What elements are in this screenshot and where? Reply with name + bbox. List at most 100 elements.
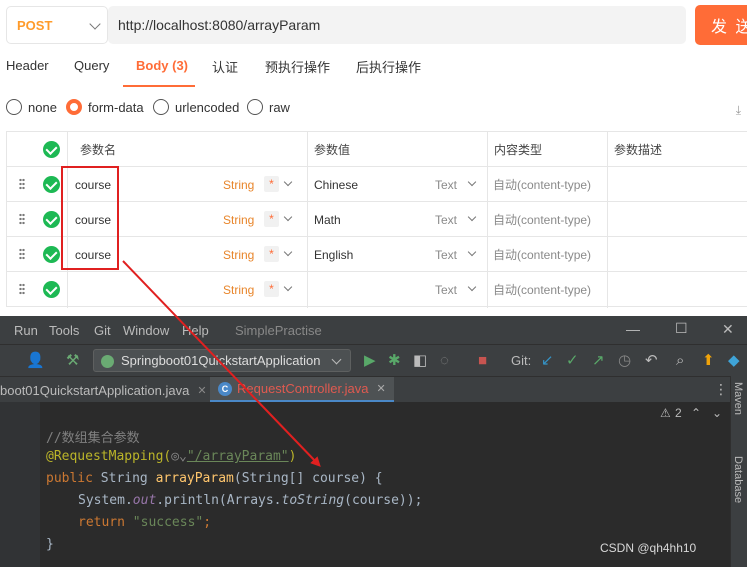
- radio-raw[interactable]: raw: [247, 99, 290, 115]
- param-type[interactable]: String: [223, 202, 254, 237]
- menu-git[interactable]: Git: [94, 323, 111, 338]
- enabled-check-icon[interactable]: [43, 211, 60, 228]
- chevron-down-icon[interactable]: ⌄: [712, 406, 722, 420]
- select-all-check-icon[interactable]: [43, 141, 60, 158]
- tab-header[interactable]: Header: [6, 58, 49, 73]
- drag-handle-icon[interactable]: [19, 283, 25, 295]
- drag-handle-icon[interactable]: [19, 213, 25, 225]
- minimize-icon[interactable]: —: [626, 321, 640, 337]
- run-configuration-select[interactable]: Springboot01QuickstartApplication: [93, 349, 351, 372]
- debug-icon[interactable]: ✱: [388, 352, 401, 370]
- code-line-signature: public String arrayParam(String[] course…: [46, 471, 383, 486]
- table-row: String * Text 自动(content-type): [7, 272, 747, 307]
- rollback-icon[interactable]: ↶: [645, 352, 658, 370]
- profile-icon[interactable]: ◌: [440, 352, 449, 370]
- menu-run[interactable]: Run: [14, 323, 38, 338]
- required-toggle[interactable]: *: [264, 281, 279, 297]
- content-type[interactable]: 自动(content-type): [493, 237, 591, 272]
- chevron-down-icon[interactable]: [467, 247, 477, 257]
- watermark: CSDN @qh4hh10: [600, 541, 697, 555]
- radio-form-data[interactable]: form-data: [66, 99, 144, 115]
- value-type[interactable]: Text: [435, 167, 457, 202]
- tab-pre-request[interactable]: 预执行操作: [265, 57, 330, 76]
- close-tab-icon[interactable]: ✕: [197, 384, 206, 397]
- param-value[interactable]: Math: [314, 202, 341, 237]
- content-type[interactable]: 自动(content-type): [493, 272, 591, 307]
- run-icon[interactable]: ▶: [364, 352, 376, 370]
- content-type[interactable]: 自动(content-type): [493, 202, 591, 237]
- enabled-check-icon[interactable]: [43, 281, 60, 298]
- coverage-icon[interactable]: ◧: [413, 352, 427, 370]
- close-icon[interactable]: ✕: [722, 321, 734, 338]
- git-commit-icon[interactable]: ✓: [566, 352, 579, 370]
- chevron-down-icon[interactable]: [283, 282, 293, 292]
- chevron-down-icon[interactable]: [283, 177, 293, 187]
- chevron-down-icon[interactable]: [467, 282, 477, 292]
- database-tool-tab[interactable]: Database: [732, 456, 744, 503]
- tab-request-controller[interactable]: C RequestController.java ✕: [210, 377, 394, 403]
- method-select[interactable]: POST: [6, 6, 108, 44]
- chevron-down-icon[interactable]: [283, 247, 293, 257]
- value-type[interactable]: Text: [435, 272, 457, 307]
- tab-auth[interactable]: 认证: [212, 57, 238, 76]
- code-line-return: return "success";: [78, 515, 212, 530]
- api-client-panel: POST http://localhost:8080/arrayParam 发 …: [0, 0, 747, 316]
- radio-label: raw: [269, 99, 290, 115]
- param-type[interactable]: String: [223, 237, 254, 272]
- code-line-comment: //数组集合参数: [46, 431, 140, 446]
- stop-icon[interactable]: ■: [478, 352, 487, 370]
- history-icon[interactable]: ◷: [618, 352, 631, 370]
- chevron-down-icon[interactable]: [467, 212, 477, 222]
- close-tab-icon[interactable]: ✕: [377, 382, 386, 395]
- chevron-up-icon[interactable]: ⌃: [691, 406, 701, 420]
- menu-window[interactable]: Window: [123, 323, 169, 338]
- method-label: POST: [17, 17, 53, 33]
- git-update-icon[interactable]: ↙: [541, 352, 554, 370]
- radio-label: urlencoded: [175, 99, 240, 115]
- build-hammer-icon[interactable]: ⚒: [66, 352, 79, 370]
- enabled-check-icon[interactable]: [43, 246, 60, 263]
- header-value: 参数值: [314, 143, 351, 157]
- git-push-icon[interactable]: ↗: [592, 352, 605, 370]
- chevron-down-icon[interactable]: [283, 212, 293, 222]
- more-icon[interactable]: ⋮: [714, 381, 728, 398]
- enabled-check-icon[interactable]: [43, 176, 60, 193]
- required-toggle[interactable]: *: [264, 246, 279, 262]
- value-type[interactable]: Text: [435, 237, 457, 272]
- param-type[interactable]: String: [223, 272, 254, 307]
- param-value[interactable]: English: [314, 237, 353, 272]
- radio-urlencoded[interactable]: urlencoded: [153, 99, 239, 115]
- param-value[interactable]: Chinese: [314, 167, 358, 202]
- send-button[interactable]: 发 送: [695, 5, 747, 45]
- chevron-down-icon[interactable]: [467, 177, 477, 187]
- value-type[interactable]: Text: [435, 202, 457, 237]
- tab-post-request[interactable]: 后执行操作: [356, 57, 421, 76]
- warning-icon[interactable]: ⚠: [660, 406, 671, 420]
- required-toggle[interactable]: *: [264, 211, 279, 227]
- plugin-icon[interactable]: ◆: [728, 352, 740, 370]
- download-icon[interactable]: ⤓: [736, 103, 741, 118]
- git-label: Git:: [511, 353, 532, 368]
- radio-none[interactable]: none: [6, 99, 57, 115]
- drag-handle-icon[interactable]: [19, 178, 25, 190]
- content-type[interactable]: 自动(content-type): [493, 167, 591, 202]
- param-type[interactable]: String: [223, 167, 254, 202]
- search-icon[interactable]: ⌕: [676, 352, 684, 370]
- tab-label: boot01QuickstartApplication.java: [0, 382, 190, 398]
- update-icon[interactable]: ⬆: [702, 352, 715, 370]
- user-icon[interactable]: 👤: [26, 352, 45, 370]
- drag-handle-icon[interactable]: [19, 248, 25, 260]
- tab-body[interactable]: Body (3): [136, 58, 188, 73]
- highlight-box: [61, 166, 119, 270]
- url-input[interactable]: http://localhost:8080/arrayParam: [108, 6, 686, 44]
- required-toggle[interactable]: *: [264, 176, 279, 192]
- radio-circle-icon: [247, 99, 263, 115]
- tab-application-java[interactable]: boot01QuickstartApplication.java ✕: [0, 377, 213, 403]
- chevron-down-icon: [331, 354, 342, 365]
- maven-tool-tab[interactable]: Maven: [732, 382, 744, 415]
- request-tabs: Header Query Body (3) 认证 预执行操作 后执行操作: [0, 52, 747, 88]
- maximize-icon[interactable]: ☐: [675, 320, 688, 337]
- menu-help[interactable]: Help: [182, 323, 209, 338]
- tab-query[interactable]: Query: [74, 58, 109, 73]
- menu-tools[interactable]: Tools: [49, 323, 79, 338]
